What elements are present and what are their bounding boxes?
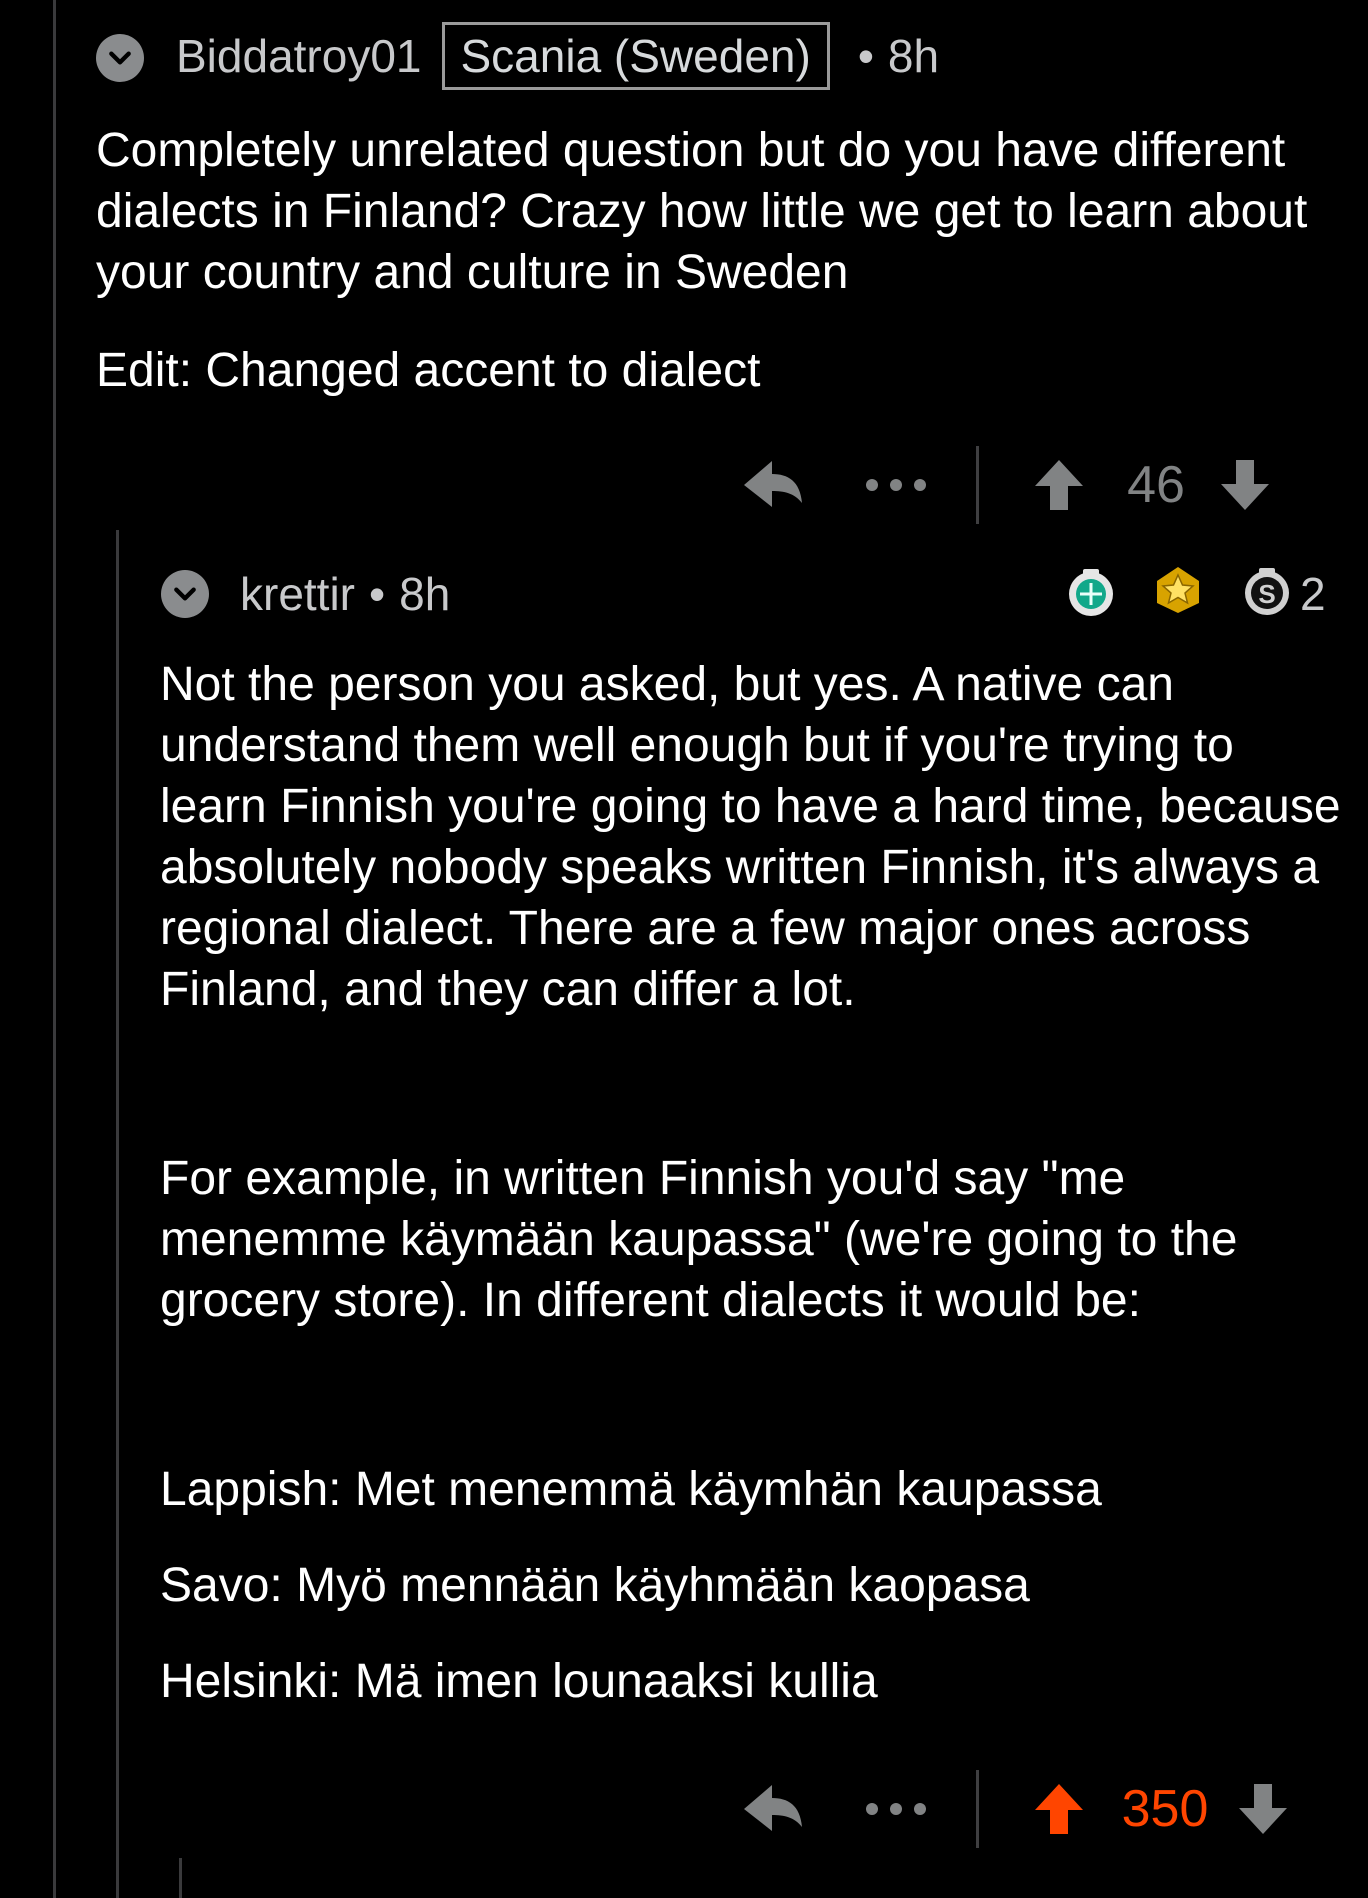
more-icon <box>866 479 926 491</box>
comment-actions: 46 <box>740 445 1273 525</box>
collapse-icon[interactable] <box>161 570 209 618</box>
comment-age: 8h <box>887 30 940 82</box>
comment-body: Completely unrelated question but do you… <box>96 120 1336 401</box>
downvote-icon <box>1239 1784 1287 1834</box>
award-count: 2 <box>1300 568 1326 620</box>
comment-paragraph: Savo: Myö mennään käyhmään kaopasa <box>160 1559 1030 1612</box>
comment-paragraph: Not the person you asked, but yes. A nat… <box>160 658 1341 1016</box>
thread-line-reply[interactable] <box>116 530 119 1898</box>
vote-score: 46 <box>1127 456 1185 514</box>
reply-icon <box>744 1785 802 1831</box>
reply-button[interactable] <box>740 459 806 511</box>
comment-meta: krettir • 8h <box>240 562 450 626</box>
thread-line-nested[interactable] <box>179 1858 182 1898</box>
comment-paragraph: Helsinki: Mä imen lounaaksi kullia <box>160 1655 878 1708</box>
author-name[interactable]: Biddatroy01 <box>176 29 422 83</box>
comment-meta: Biddatroy01 Scania (Sweden) • 8h <box>176 22 940 90</box>
action-divider <box>976 1770 979 1848</box>
upvote-button[interactable] <box>1031 1782 1087 1836</box>
user-flair: Scania (Sweden) <box>441 22 830 90</box>
thread-line-root[interactable] <box>53 0 56 1898</box>
silver-award-icon[interactable]: S <box>1242 566 1292 616</box>
action-divider <box>976 446 979 524</box>
comment-paragraph: For example, in written Finnish you'd sa… <box>160 1152 1238 1327</box>
upvote-icon <box>1035 460 1083 510</box>
author-name[interactable]: krettir <box>240 567 355 621</box>
helpful-award-icon[interactable] <box>1066 567 1116 617</box>
upvote-icon <box>1035 1784 1083 1834</box>
downvote-icon <box>1221 460 1269 510</box>
wholesome-award-icon[interactable] <box>1153 565 1203 615</box>
reply-icon <box>744 461 802 507</box>
downvote-button[interactable] <box>1217 458 1273 512</box>
meta-separator: • <box>369 568 386 620</box>
comment-age: 8h <box>399 568 451 620</box>
comment-actions: 350 <box>740 1769 1291 1849</box>
meta-separator: • <box>857 30 874 82</box>
svg-text:S: S <box>1258 579 1275 609</box>
downvote-button[interactable] <box>1235 1782 1291 1836</box>
more-options-button[interactable] <box>862 478 930 492</box>
more-options-button[interactable] <box>862 1802 930 1816</box>
collapse-icon[interactable] <box>96 34 144 82</box>
reply-button[interactable] <box>740 1783 806 1835</box>
vote-score: 350 <box>1121 1780 1209 1838</box>
more-icon <box>866 1803 926 1815</box>
comment-text: Completely unrelated question but do you… <box>96 124 1308 299</box>
comment-edit-note: Edit: Changed accent to dialect <box>96 344 761 397</box>
upvote-button[interactable] <box>1031 458 1087 512</box>
comment-body: Not the person you asked, but yes. A nat… <box>160 654 1350 1712</box>
comment-paragraph: Lappish: Met menemmä käymhän kaupassa <box>160 1463 1102 1516</box>
